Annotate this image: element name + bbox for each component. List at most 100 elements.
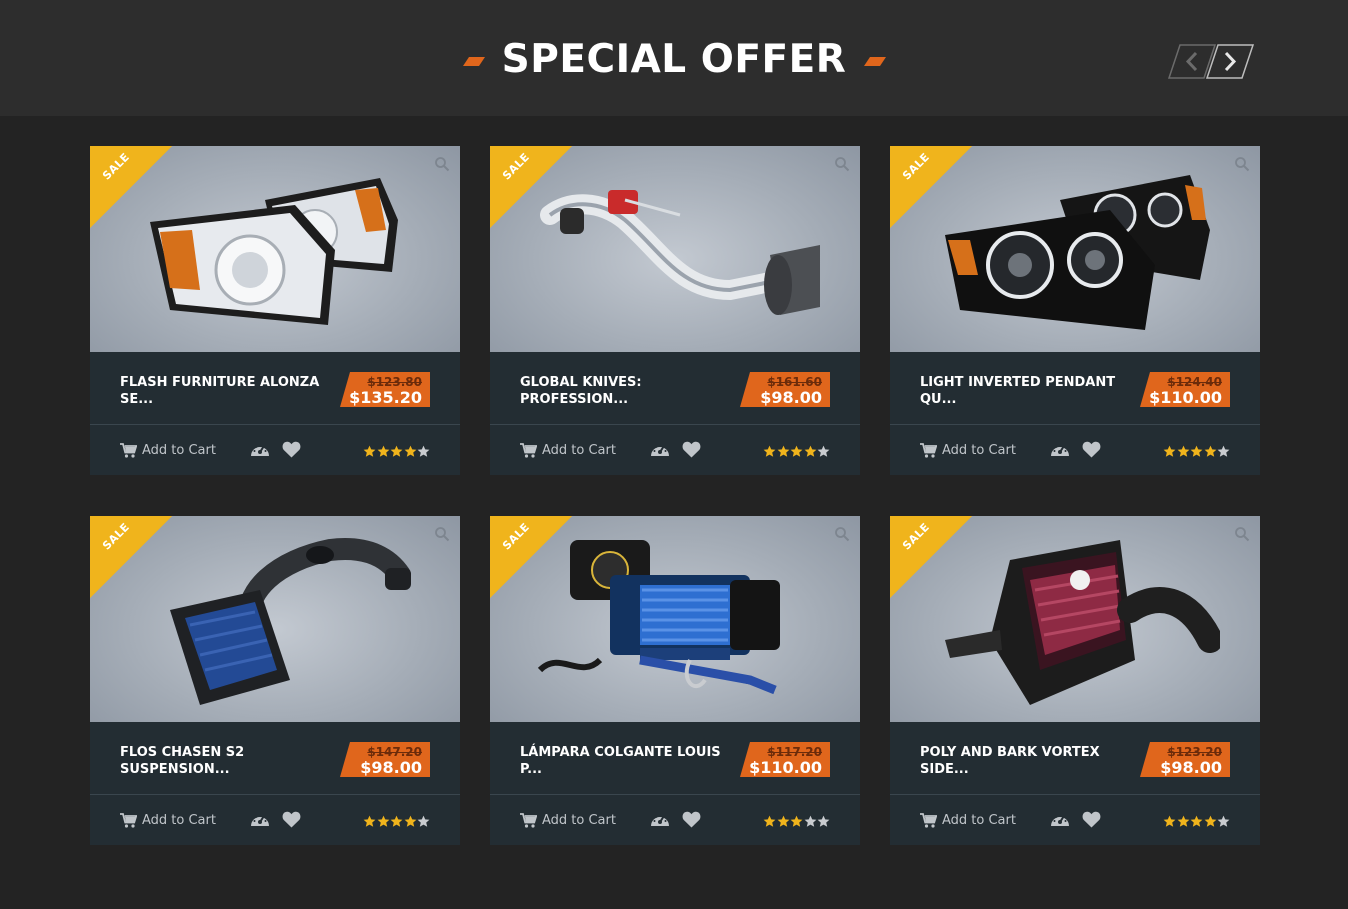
zoom-icon[interactable] bbox=[834, 156, 850, 172]
add-to-cart-button[interactable]: Add to Cart bbox=[920, 441, 1016, 459]
rating-stars bbox=[1163, 813, 1231, 827]
sale-ribbon: SALE bbox=[490, 146, 572, 228]
star-filled-icon bbox=[390, 813, 403, 827]
sale-ribbon: SALE bbox=[890, 146, 972, 228]
product-name[interactable]: GLOBAL KNIVES: PROFESSION... bbox=[520, 374, 735, 408]
star-filled-icon bbox=[777, 443, 790, 457]
star-filled-icon bbox=[1163, 813, 1176, 827]
star-filled-icon bbox=[1204, 813, 1217, 827]
star-empty-icon bbox=[417, 443, 430, 457]
star-filled-icon bbox=[777, 813, 790, 827]
product-illustration bbox=[930, 160, 1220, 340]
rating-stars bbox=[363, 813, 431, 827]
cart-icon bbox=[920, 442, 937, 458]
sale-ribbon: SALE bbox=[890, 516, 972, 598]
cart-icon bbox=[520, 442, 537, 458]
product-name[interactable]: POLY AND BARK VORTEX SIDE... bbox=[920, 744, 1135, 778]
carousel-next-button[interactable] bbox=[1205, 44, 1255, 79]
star-empty-icon bbox=[817, 443, 830, 457]
compare-icon[interactable] bbox=[1050, 811, 1070, 829]
card-actions: Add to Cart bbox=[90, 795, 460, 845]
star-filled-icon bbox=[763, 813, 776, 827]
rating-stars bbox=[763, 813, 831, 827]
add-to-cart-button[interactable]: Add to Cart bbox=[120, 441, 216, 459]
old-price: $147.20 bbox=[367, 745, 422, 759]
product-image[interactable]: SALE bbox=[490, 516, 860, 722]
compare-icon[interactable] bbox=[1050, 441, 1070, 459]
zoom-icon[interactable] bbox=[434, 526, 450, 542]
current-price: $110.00 bbox=[1149, 388, 1222, 407]
product-illustration bbox=[130, 160, 420, 340]
old-price: $117.20 bbox=[767, 745, 822, 759]
star-filled-icon bbox=[763, 443, 776, 457]
star-filled-icon bbox=[804, 443, 817, 457]
zoom-icon[interactable] bbox=[434, 156, 450, 172]
product-info: LÁMPARA COLGANTE LOUIS P... $117.20 $110… bbox=[490, 722, 860, 795]
zoom-icon[interactable] bbox=[834, 526, 850, 542]
star-filled-icon bbox=[1204, 443, 1217, 457]
add-to-cart-label: Add to Cart bbox=[942, 812, 1016, 828]
product-name[interactable]: LIGHT INVERTED PENDANT QU... bbox=[920, 374, 1135, 408]
compare-icon[interactable] bbox=[650, 811, 670, 829]
star-filled-icon bbox=[790, 813, 803, 827]
compare-icon[interactable] bbox=[250, 811, 270, 829]
section-title: SPECIAL OFFER bbox=[501, 37, 847, 82]
add-to-cart-button[interactable]: Add to Cart bbox=[520, 811, 616, 829]
compare-icon[interactable] bbox=[650, 441, 670, 459]
product-image[interactable]: SALE bbox=[890, 516, 1260, 722]
price-badge: $117.20 $110.00 bbox=[740, 742, 830, 777]
heart-icon[interactable] bbox=[282, 811, 301, 828]
add-to-cart-button[interactable]: Add to Cart bbox=[520, 441, 616, 459]
product-illustration bbox=[130, 530, 420, 710]
current-price: $110.00 bbox=[749, 758, 822, 777]
heart-icon[interactable] bbox=[682, 811, 701, 828]
star-filled-icon bbox=[404, 813, 417, 827]
add-to-cart-button[interactable]: Add to Cart bbox=[120, 811, 216, 829]
add-to-cart-label: Add to Cart bbox=[542, 812, 616, 828]
star-filled-icon bbox=[390, 443, 403, 457]
add-to-cart-button[interactable]: Add to Cart bbox=[920, 811, 1016, 829]
star-empty-icon bbox=[804, 813, 817, 827]
product-image[interactable]: SALE bbox=[90, 146, 460, 352]
cart-icon bbox=[120, 442, 137, 458]
star-filled-icon bbox=[1163, 443, 1176, 457]
product-image[interactable]: SALE bbox=[90, 516, 460, 722]
product-name[interactable]: FLOS CHASEN S2 SUSPENSION... bbox=[120, 744, 335, 778]
star-empty-icon bbox=[417, 813, 430, 827]
product-card[interactable]: SALE FLOS CHASEN S2 SUSPENSION... $147.2… bbox=[90, 516, 460, 845]
current-price: $135.20 bbox=[349, 388, 422, 407]
heart-icon[interactable] bbox=[682, 441, 701, 458]
chevron-right-icon bbox=[1205, 44, 1255, 79]
product-card[interactable]: SALE FLASH FURNITURE ALONZA SE... $123.8… bbox=[90, 146, 460, 475]
zoom-icon[interactable] bbox=[1234, 526, 1250, 542]
carousel-nav bbox=[1167, 44, 1260, 79]
product-card[interactable]: SALE GLOBAL KNIVES: PROFESSION... $161.6… bbox=[490, 146, 860, 475]
product-card[interactable]: SALE LIGHT INVERTED PENDANT QU... $124.4… bbox=[890, 146, 1260, 475]
product-card[interactable]: SALE LÁMPARA COLGANTE LOUIS P... $117.20… bbox=[490, 516, 860, 845]
cart-icon bbox=[920, 812, 937, 828]
product-illustration bbox=[530, 530, 820, 710]
heart-icon[interactable] bbox=[282, 441, 301, 458]
product-image[interactable]: SALE bbox=[890, 146, 1260, 352]
product-info: FLOS CHASEN S2 SUSPENSION... $147.20 $98… bbox=[90, 722, 460, 795]
rating-stars bbox=[763, 443, 831, 457]
star-filled-icon bbox=[790, 443, 803, 457]
product-card[interactable]: SALE POLY AND BARK VORTEX SIDE... $123.2… bbox=[890, 516, 1260, 845]
product-name[interactable]: LÁMPARA COLGANTE LOUIS P... bbox=[520, 744, 735, 778]
product-name[interactable]: FLASH FURNITURE ALONZA SE... bbox=[120, 374, 335, 408]
current-price: $98.00 bbox=[360, 758, 422, 777]
star-filled-icon bbox=[1177, 443, 1190, 457]
heart-icon[interactable] bbox=[1082, 441, 1101, 458]
product-image[interactable]: SALE bbox=[490, 146, 860, 352]
compare-icon[interactable] bbox=[250, 441, 270, 459]
product-info: LIGHT INVERTED PENDANT QU... $124.40 $11… bbox=[890, 352, 1260, 425]
add-to-cart-label: Add to Cart bbox=[942, 442, 1016, 458]
zoom-icon[interactable] bbox=[1234, 156, 1250, 172]
star-filled-icon bbox=[1190, 443, 1203, 457]
add-to-cart-label: Add to Cart bbox=[542, 442, 616, 458]
add-to-cart-label: Add to Cart bbox=[142, 442, 216, 458]
star-filled-icon bbox=[377, 443, 390, 457]
heart-icon[interactable] bbox=[1082, 811, 1101, 828]
product-illustration bbox=[530, 160, 830, 340]
old-price: $123.80 bbox=[367, 375, 422, 389]
